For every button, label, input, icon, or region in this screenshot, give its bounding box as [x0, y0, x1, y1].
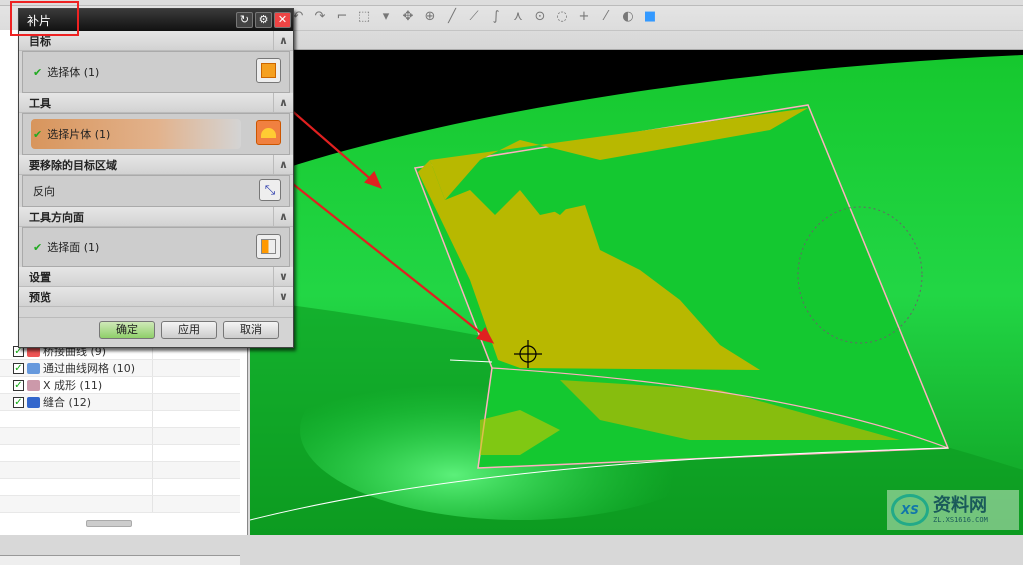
- line-icon[interactable]: ╱: [444, 9, 460, 24]
- empty-row: [0, 428, 240, 445]
- x-form-icon: [27, 379, 40, 391]
- quadrant-icon[interactable]: ◌: [554, 9, 570, 24]
- select-face-row[interactable]: ✔ 选择面 (1): [22, 227, 290, 267]
- tree-row[interactable]: ✓ X 成形 (11): [0, 377, 240, 394]
- checkbox[interactable]: ✓: [13, 379, 24, 391]
- section-target-region[interactable]: 要移除的目标区域 ∧: [19, 155, 293, 175]
- select-face-button[interactable]: [256, 234, 281, 259]
- reset-icon[interactable]: ↻: [236, 12, 253, 28]
- section-settings[interactable]: 设置 ∨: [19, 267, 293, 287]
- intersection-icon[interactable]: ⋏: [510, 9, 526, 24]
- tree-row[interactable]: ✓ 缝合 (12): [0, 394, 240, 411]
- check-icon: ✔: [33, 240, 43, 254]
- ok-button[interactable]: 确定: [99, 321, 155, 339]
- chevron-up-icon[interactable]: ∧: [273, 207, 293, 227]
- reverse-direction-icon: ⤡: [264, 182, 276, 198]
- select-body-button[interactable]: [256, 58, 281, 83]
- close-icon[interactable]: ✕: [274, 12, 291, 28]
- solid-body-icon: [261, 63, 276, 78]
- section-title: 设置: [29, 270, 51, 284]
- watermark-url: ZL.XS1616.COM: [933, 516, 988, 524]
- tree-label: 通过曲线网格 (10): [43, 362, 136, 375]
- empty-row: [0, 445, 240, 462]
- snap-icon[interactable]: ✥: [400, 9, 416, 24]
- check-icon: ✔: [33, 127, 43, 141]
- chevron-down-icon[interactable]: ∨: [273, 267, 293, 287]
- reverse-row: 反向 ⤡: [22, 175, 290, 207]
- chevron-up-icon[interactable]: ∧: [273, 93, 293, 113]
- section-title: 工具方向面: [29, 210, 84, 224]
- curve-icon[interactable]: ∫: [488, 9, 504, 24]
- chevron-up-icon[interactable]: ∧: [273, 31, 293, 51]
- patch-dialog: 补片 ↻ ⚙ ✕ 目标 ∧ ✔ 选择体 (1) 工具 ∧ ✔ 选择片体 (1) 要移除的…: [18, 8, 294, 348]
- select-sheet-label: 选择片体 (1): [47, 128, 111, 141]
- dropdown-icon[interactable]: ▾: [378, 9, 394, 24]
- reverse-direction-button[interactable]: ⤡: [259, 179, 281, 201]
- chevron-up-icon[interactable]: ∧: [273, 155, 293, 175]
- curve-mesh-icon: [27, 362, 40, 374]
- face-icon[interactable]: ◐: [620, 9, 636, 24]
- section-title: 工具: [29, 96, 51, 110]
- title-highlight-box: [10, 1, 79, 36]
- select-sheet-button[interactable]: [256, 120, 281, 145]
- tool-icon[interactable]: ⌐: [334, 9, 350, 24]
- menu-strip: [0, 0, 1023, 6]
- point-on-curve-icon[interactable]: ⁄: [598, 9, 614, 24]
- snap2-icon[interactable]: ⊕: [422, 9, 438, 24]
- details-panel-header: [0, 555, 240, 565]
- section-title: 预览: [29, 290, 51, 304]
- checkbox[interactable]: ✓: [13, 362, 24, 374]
- gear-icon[interactable]: ⚙: [255, 12, 272, 28]
- select-body-label: 选择体 (1): [47, 66, 100, 79]
- center-icon[interactable]: ⊙: [532, 9, 548, 24]
- tree-label: X 成形 (11): [43, 379, 103, 392]
- section-tool[interactable]: 工具 ∧: [19, 93, 293, 113]
- model-view: [250, 55, 1023, 535]
- select-face-label: 选择面 (1): [47, 241, 100, 254]
- tree-label: 缝合 (12): [43, 396, 92, 409]
- cube-view-icon[interactable]: ■: [642, 9, 658, 24]
- point-icon[interactable]: +: [576, 9, 592, 24]
- cancel-button[interactable]: 取消: [223, 321, 279, 339]
- reverse-label: 反向: [33, 185, 55, 198]
- xs-logo: XS: [891, 494, 929, 526]
- dialog-buttons: 确定 应用 取消: [19, 317, 293, 339]
- scrollbar-thumb[interactable]: [86, 520, 132, 527]
- section-title: 要移除的目标区域: [29, 158, 117, 172]
- apply-button[interactable]: 应用: [161, 321, 217, 339]
- midpoint-icon[interactable]: ⟋: [466, 9, 482, 24]
- empty-row: [0, 462, 240, 479]
- selection-box-icon[interactable]: ⬚: [356, 9, 372, 24]
- sheet-body-icon: [261, 127, 276, 138]
- empty-row: [0, 411, 240, 428]
- watermark-text: 资料网: [933, 495, 987, 516]
- empty-row: [0, 496, 240, 513]
- chevron-down-icon[interactable]: ∨: [273, 287, 293, 307]
- tree-row[interactable]: ✓ 通过曲线网格 (10): [0, 360, 240, 377]
- graphics-viewport[interactable]: [250, 50, 1023, 535]
- section-tool-direction-face[interactable]: 工具方向面 ∧: [19, 207, 293, 227]
- watermark-logo: XS 资料网 ZL.XS1616.COM: [887, 490, 1019, 530]
- select-sheet-row[interactable]: ✔ 选择片体 (1): [22, 113, 290, 155]
- checkbox[interactable]: ✓: [13, 396, 24, 408]
- section-preview[interactable]: 预览 ∨: [19, 287, 293, 307]
- select-body-row[interactable]: ✔ 选择体 (1): [22, 51, 290, 93]
- redo-point-icon[interactable]: ↷: [312, 9, 328, 24]
- sew-icon: [27, 396, 40, 408]
- horizontal-scrollbar[interactable]: [0, 520, 240, 528]
- face-cube-icon: [261, 239, 276, 254]
- toolbar-icons: ↶ ↷ ⌐ ⬚ ▾ ✥ ⊕ ╱ ⟋ ∫ ⋏ ⊙ ◌ + ⁄ ◐ ■: [290, 9, 658, 24]
- empty-row: [0, 479, 240, 496]
- check-icon: ✔: [33, 65, 43, 79]
